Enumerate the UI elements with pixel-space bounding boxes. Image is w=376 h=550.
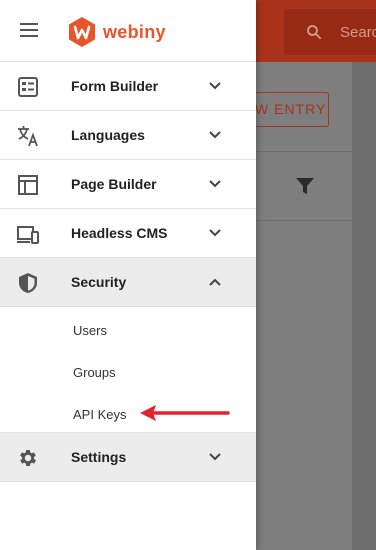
webiny-logo[interactable]: webiny — [67, 16, 166, 48]
form-builder-icon — [18, 77, 38, 97]
navigation-drawer: webiny Form Builder Languages Page Build… — [0, 0, 256, 550]
chevron-down-icon — [209, 82, 221, 90]
content-side-panel — [352, 62, 376, 550]
menu-item-label: Settings — [71, 449, 127, 465]
menu-item-form-builder[interactable]: Form Builder — [0, 62, 256, 111]
menu-item-security[interactable]: Security — [0, 258, 256, 307]
menu-item-label: Languages — [71, 127, 145, 143]
chevron-down-icon — [209, 229, 221, 237]
hamburger-menu-icon[interactable] — [20, 23, 38, 39]
chevron-down-icon — [209, 453, 221, 461]
submenu-item-api-keys[interactable]: API Keys — [73, 407, 126, 422]
gear-icon — [20, 450, 36, 466]
translate-icon — [18, 126, 38, 147]
submenu-item-users[interactable]: Users — [73, 323, 107, 338]
menu-item-headless-cms[interactable]: Headless CMS — [0, 209, 256, 258]
menu-item-label: Page Builder — [71, 176, 157, 192]
page-layout-icon — [18, 175, 38, 195]
menu-item-settings[interactable]: Settings — [0, 433, 256, 482]
search-icon — [307, 25, 322, 40]
chevron-down-icon — [209, 180, 221, 188]
annotation-arrow-icon — [140, 405, 230, 421]
drawer-header: webiny — [0, 0, 256, 62]
brand-name: webiny — [103, 21, 166, 42]
divider — [256, 151, 352, 152]
menu-item-label: Form Builder — [71, 78, 159, 94]
filter-icon[interactable] — [296, 178, 314, 194]
chevron-up-icon — [209, 278, 221, 286]
chevron-down-icon — [209, 131, 221, 139]
menu-item-label: Security — [71, 274, 127, 290]
shield-icon — [19, 273, 37, 293]
menu-item-languages[interactable]: Languages — [0, 111, 256, 160]
divider — [256, 220, 352, 221]
menu-item-page-builder[interactable]: Page Builder — [0, 160, 256, 209]
menu-item-label: Headless CMS — [71, 225, 168, 241]
submenu-item-groups[interactable]: Groups — [73, 365, 116, 380]
search-placeholder: Search — [340, 24, 376, 41]
devices-icon — [17, 226, 39, 244]
webiny-logo-mark-icon — [69, 17, 95, 47]
